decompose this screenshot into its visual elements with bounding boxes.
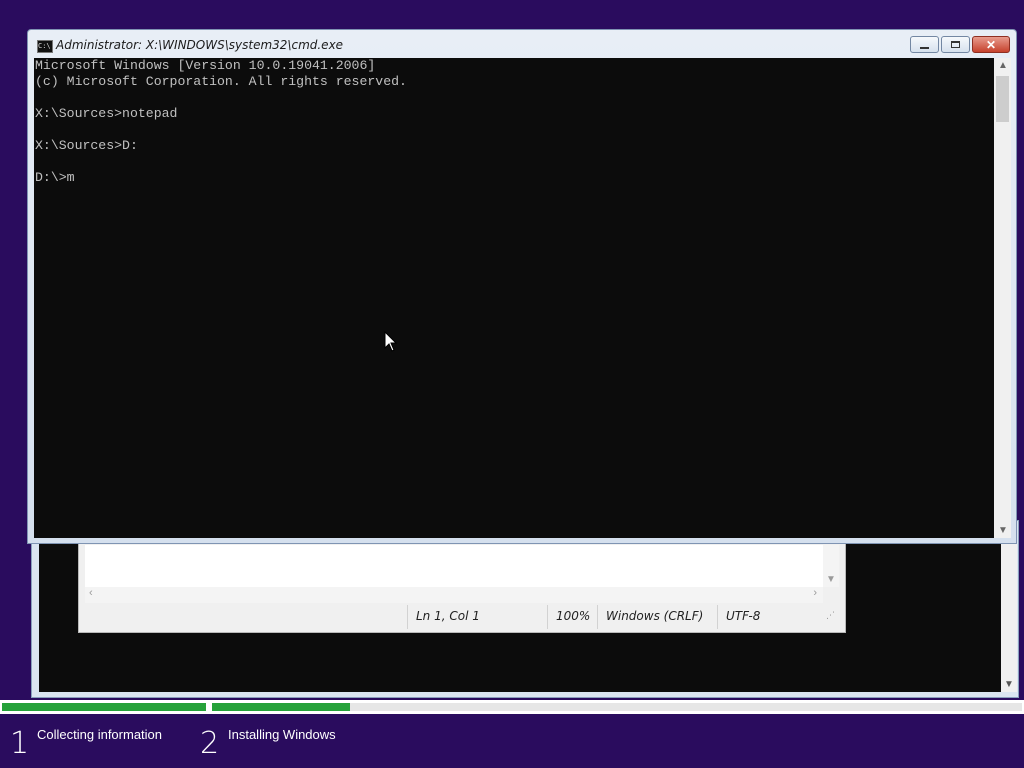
- status-encoding: UTF-8: [717, 605, 827, 629]
- maximize-icon: [951, 41, 960, 48]
- background-vertical-scrollbar[interactable]: ▼: [1001, 540, 1017, 692]
- step-number: 2: [200, 726, 220, 761]
- scroll-up-arrow-icon[interactable]: ▲: [998, 60, 1008, 71]
- console-output[interactable]: Microsoft Windows [Version 10.0.19041.20…: [34, 58, 994, 538]
- step-label: Installing Windows: [228, 727, 336, 742]
- scroll-left-arrow-icon[interactable]: ‹: [89, 587, 93, 599]
- status-line-ending: Windows (CRLF): [597, 605, 717, 629]
- cmd-icon[interactable]: C:\: [37, 40, 53, 53]
- cmd-window: C:\ Administrator: X:\WINDOWS\system32\c…: [27, 29, 1017, 544]
- console-line: D:\>m: [35, 170, 75, 185]
- scroll-down-arrow-icon[interactable]: ▼: [1004, 679, 1014, 690]
- maximize-button[interactable]: [941, 36, 970, 53]
- notepad-vertical-scrollbar[interactable]: ▼: [823, 545, 839, 587]
- notepad-status-bar: Ln 1, Col 1 100% Windows (CRLF) UTF-8 ⋰: [85, 605, 839, 629]
- console-line: (c) Microsoft Corporation. All rights re…: [35, 74, 407, 89]
- mouse-cursor-icon: [384, 331, 398, 352]
- console-line: X:\Sources>D:: [35, 138, 138, 153]
- status-cursor-position: Ln 1, Col 1: [407, 605, 547, 629]
- close-icon: ✕: [985, 37, 997, 52]
- minimize-icon: [920, 46, 929, 49]
- step-number: 1: [10, 726, 30, 761]
- minimize-button[interactable]: [910, 36, 939, 53]
- progress-step1-fill: [2, 703, 206, 711]
- progress-step2-fill: [212, 703, 350, 711]
- close-button[interactable]: ✕: [972, 36, 1010, 53]
- resize-grip-icon[interactable]: ⋰: [826, 611, 835, 621]
- scroll-right-arrow-icon[interactable]: ›: [813, 587, 817, 599]
- status-zoom: 100%: [547, 605, 597, 629]
- scroll-down-arrow-icon[interactable]: ▼: [826, 574, 836, 585]
- scrollbar-thumb[interactable]: [996, 76, 1009, 122]
- window-title: Administrator: X:\WINDOWS\system32\cmd.e…: [56, 38, 344, 52]
- setup-steps: 1 Collecting information 2 Installing Wi…: [0, 714, 1024, 768]
- console-vertical-scrollbar[interactable]: ▲ ▼: [994, 58, 1011, 538]
- console-line: X:\Sources>notepad: [35, 106, 178, 121]
- notepad-window: ▼ ‹ › Ln 1, Col 1 100% Windows (CRLF) UT…: [78, 540, 846, 633]
- console-line: Microsoft Windows [Version 10.0.19041.20…: [35, 58, 376, 73]
- step-label: Collecting information: [37, 727, 163, 742]
- notepad-text-area[interactable]: [85, 545, 823, 587]
- setup-progress-bar: [0, 700, 1024, 714]
- notepad-horizontal-scrollbar[interactable]: ‹ ›: [85, 587, 823, 603]
- scroll-down-arrow-icon[interactable]: ▼: [998, 525, 1008, 536]
